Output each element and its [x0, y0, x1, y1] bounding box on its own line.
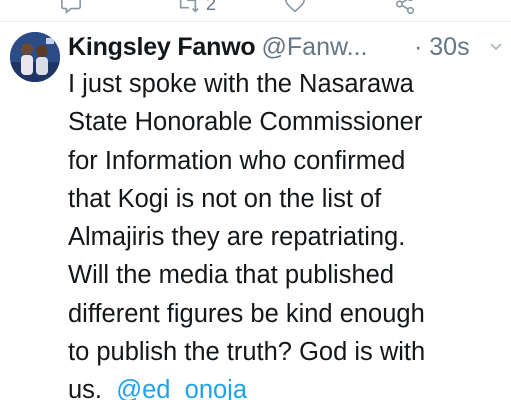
- display-name[interactable]: Kingsley Fanwo: [68, 33, 256, 61]
- tweet-divider: [0, 21, 511, 22]
- tweet-text-line: Will the media that published: [68, 261, 395, 290]
- share-icon: [394, 0, 416, 15]
- mention-link[interactable]: @ed_onoja: [116, 376, 247, 400]
- heart-icon: [284, 0, 306, 15]
- tweet-text-line: different figures be kind enough: [68, 299, 425, 328]
- tweet-text-fragment: us.: [68, 376, 103, 400]
- retweet-icon: [176, 0, 200, 15]
- tweet-timestamp[interactable]: · 30s: [414, 30, 470, 64]
- reply-icon: [60, 0, 82, 15]
- retweet-count: 2: [206, 0, 217, 14]
- tweet-text-line: for Information who confirmed: [68, 146, 406, 175]
- tweet-text-line: I just spoke with the Nasarawa: [68, 70, 414, 98]
- tweet-text: I just spoke with the Nasarawa State Hon…: [68, 65, 508, 400]
- share-button[interactable]: [394, 0, 416, 16]
- chevron-down-icon: [489, 41, 503, 58]
- previous-tweet-action-bar: 2: [0, 0, 511, 18]
- reply-button[interactable]: [60, 0, 82, 16]
- tweet-text-line-last: us. @ed_onoja: [68, 371, 508, 400]
- avatar-photo: [10, 32, 60, 82]
- tweet-menu-button[interactable]: [489, 40, 503, 54]
- tweet-text-line: Almajiris they are repatriating.: [68, 223, 406, 252]
- tweet-screen: 2 Kingsley Fanwo @Fanw... · 30s I just s…: [0, 0, 511, 400]
- user-handle[interactable]: @Fanw...: [262, 33, 368, 61]
- tweet-text-line: that Kogi is not on the list of: [68, 184, 382, 213]
- like-button[interactable]: [284, 0, 306, 16]
- retweet-button[interactable]: 2: [176, 0, 216, 16]
- tweet-text-line: to publish the truth? God is with: [68, 338, 426, 367]
- tweet-text-line: State Honorable Commissioner: [68, 108, 423, 137]
- avatar[interactable]: [10, 32, 60, 82]
